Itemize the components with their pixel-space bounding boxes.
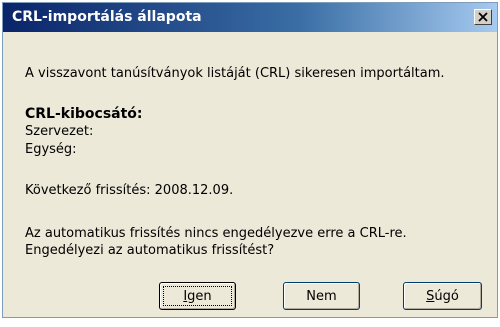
- title-bar[interactable]: CRL-importálás állapota: [3, 3, 497, 32]
- auto-update-info: Az automatikus frissítés nincs engedélye…: [25, 226, 407, 241]
- help-button[interactable]: Súgó: [403, 282, 482, 310]
- import-success-message: A visszavont tanúsítványok listáját (CRL…: [25, 66, 445, 81]
- close-icon: [478, 12, 488, 22]
- no-button-label: Nem: [306, 288, 337, 304]
- organization-label: Szervezet:: [25, 124, 94, 139]
- close-button[interactable]: [474, 9, 492, 25]
- help-button-label: Súgó: [426, 288, 459, 304]
- yes-button[interactable]: Igen: [159, 282, 236, 310]
- crl-import-dialog: CRL-importálás állapota A visszavont tan…: [2, 2, 498, 318]
- no-button[interactable]: Nem: [283, 282, 360, 310]
- dialog-title: CRL-importálás állapota: [12, 9, 202, 25]
- yes-button-label: Igen: [183, 288, 212, 304]
- issuer-heading: CRL-kibocsátó:: [25, 106, 143, 122]
- next-update-text: Következő frissítés: 2008.12.09.: [25, 183, 234, 198]
- unit-label: Egység:: [25, 142, 77, 157]
- auto-update-question: Engedélyezi az automatikus frissítést?: [25, 243, 275, 258]
